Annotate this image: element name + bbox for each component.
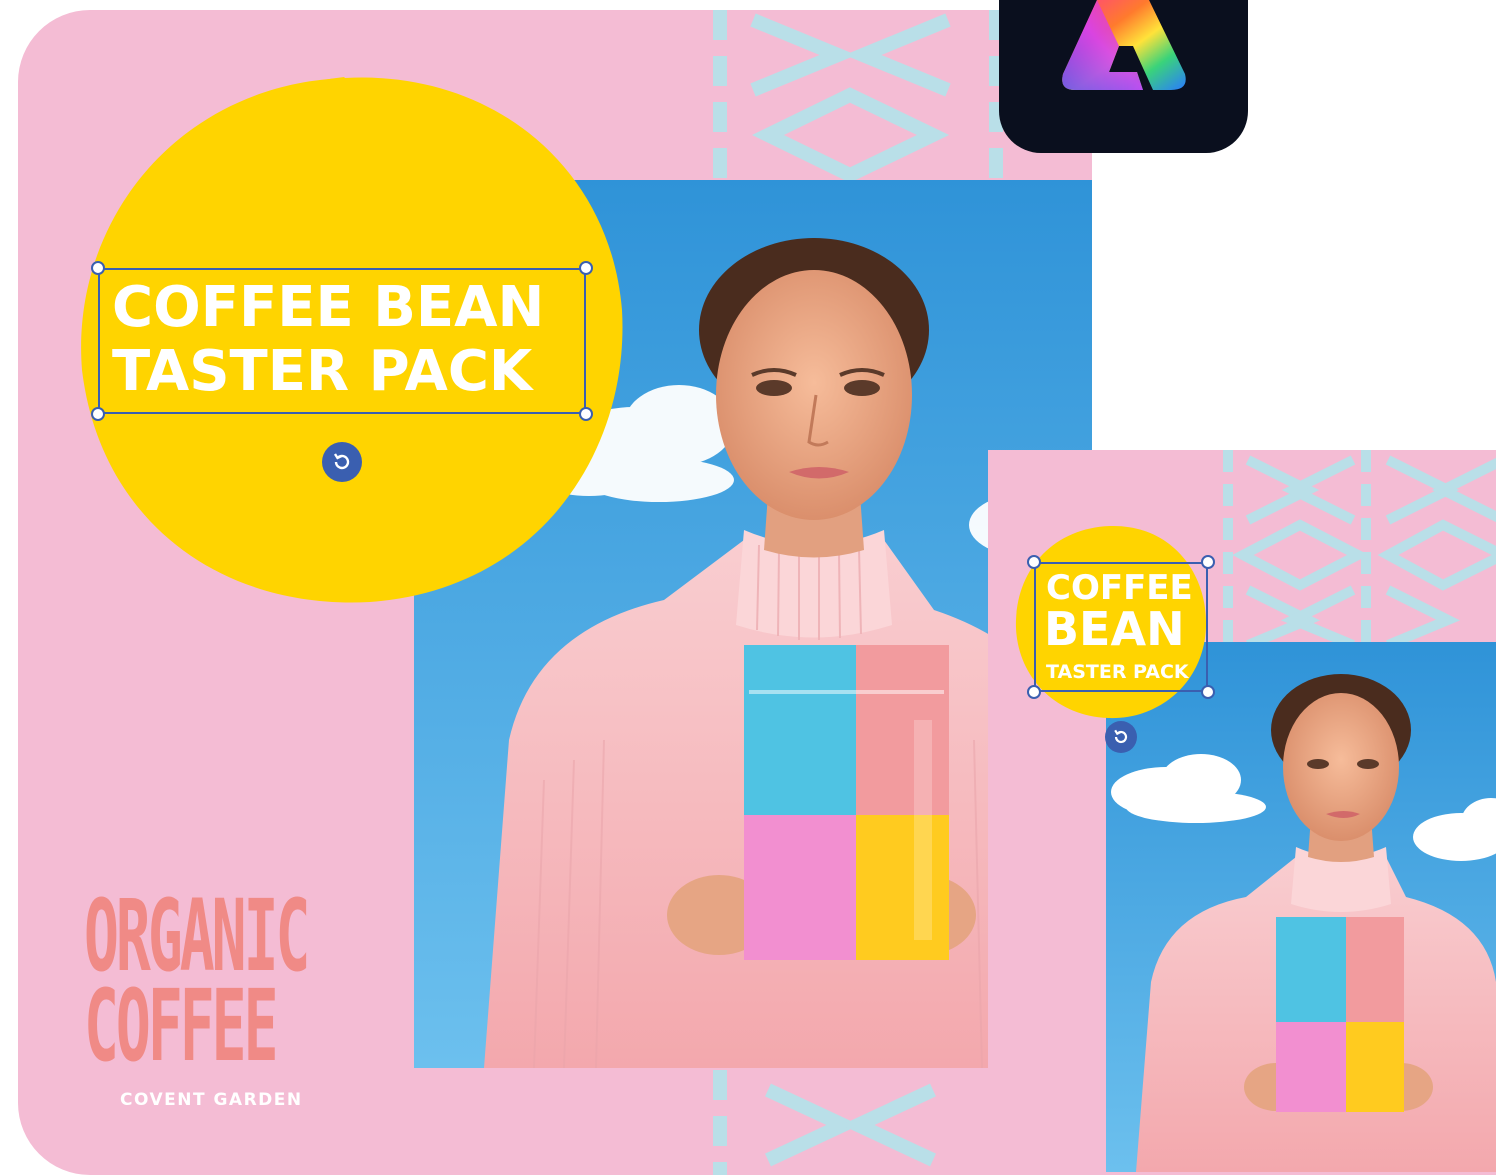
headline-line-1[interactable]: COFFEE BEAN — [112, 276, 544, 340]
resize-handle-top-left-small[interactable] — [1027, 555, 1041, 569]
resize-handle-top-left[interactable] — [91, 261, 105, 275]
rotate-icon — [1114, 729, 1128, 744]
geometric-pattern-bottom — [713, 1070, 1003, 1175]
rotate-button-small[interactable] — [1105, 721, 1137, 753]
location-label[interactable]: COVENT GARDEN — [120, 1090, 303, 1110]
resize-handle-bottom-right[interactable] — [579, 407, 593, 421]
geometric-pattern-top — [713, 10, 1003, 180]
headline-small-line-3[interactable]: TASTER PACK — [1046, 660, 1189, 684]
resize-handle-top-right-small[interactable] — [1201, 555, 1215, 569]
headline-line-2[interactable]: TASTER PACK — [112, 340, 532, 404]
coffee-label[interactable]: COFFEE — [84, 948, 364, 1104]
app-logo-tile — [999, 0, 1248, 153]
adobe-express-logo-icon — [1062, 0, 1186, 90]
rotate-button[interactable] — [322, 442, 362, 482]
resize-handle-top-right[interactable] — [579, 261, 593, 275]
headline-small-line-2[interactable]: BEAN — [1044, 602, 1185, 656]
resize-handle-bottom-right-small[interactable] — [1201, 685, 1215, 699]
design-canvas-small[interactable]: COFFEE BEAN TASTER PACK — [988, 450, 1496, 1175]
resize-handle-bottom-left[interactable] — [91, 407, 105, 421]
rotate-icon — [333, 453, 350, 470]
design-canvas-large[interactable]: COFFEE BEAN TASTER PACK ORGANIC COFFEE C… — [18, 10, 1092, 1175]
resize-handle-bottom-left-small[interactable] — [1027, 685, 1041, 699]
geometric-pattern-small — [1223, 450, 1496, 645]
